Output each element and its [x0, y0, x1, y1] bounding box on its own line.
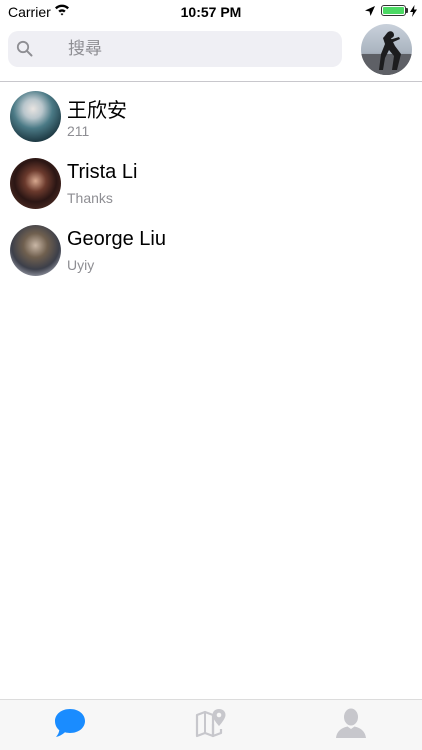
- conversation-row[interactable]: George Liu Uyiy: [0, 216, 422, 283]
- battery-fill: [383, 7, 404, 14]
- message-preview: Uyiy: [67, 257, 95, 273]
- tab-map[interactable]: [141, 700, 281, 750]
- contact-name: 王欣安: [67, 100, 127, 122]
- battery-tip: [406, 8, 408, 13]
- status-bar: Carrier 10:57 PM: [0, 0, 422, 22]
- contact-name: George Liu: [67, 228, 166, 250]
- map-pin-icon: [194, 707, 228, 744]
- contact-avatar: [10, 158, 61, 209]
- conversation-row[interactable]: Trista Li Thanks: [0, 149, 422, 216]
- tab-bar: [0, 699, 422, 750]
- message-preview: 211: [67, 123, 90, 139]
- battery-icon: [381, 5, 406, 16]
- contact-avatar: [10, 225, 61, 276]
- search-bar[interactable]: [8, 31, 342, 67]
- profile-avatar[interactable]: [361, 24, 412, 75]
- conversation-list: 王欣安 211 Trista Li Thanks George Liu Uyiy: [0, 82, 422, 283]
- profile-avatar-photo: [361, 31, 412, 75]
- search-icon: [16, 40, 34, 63]
- tab-chats[interactable]: [0, 700, 140, 750]
- contact-name: Trista Li: [67, 161, 138, 183]
- chat-bubble-icon: [53, 707, 87, 744]
- conversation-row[interactable]: 王欣安 211: [0, 82, 422, 149]
- person-icon: [334, 707, 368, 744]
- message-preview: Thanks: [67, 190, 113, 206]
- location-arrow-icon: [364, 4, 376, 22]
- tab-profile[interactable]: [281, 700, 421, 750]
- contact-avatar: [10, 91, 61, 142]
- search-input[interactable]: [68, 31, 328, 67]
- charging-bolt-icon: [410, 4, 417, 22]
- status-time: 10:57 PM: [180, 4, 242, 20]
